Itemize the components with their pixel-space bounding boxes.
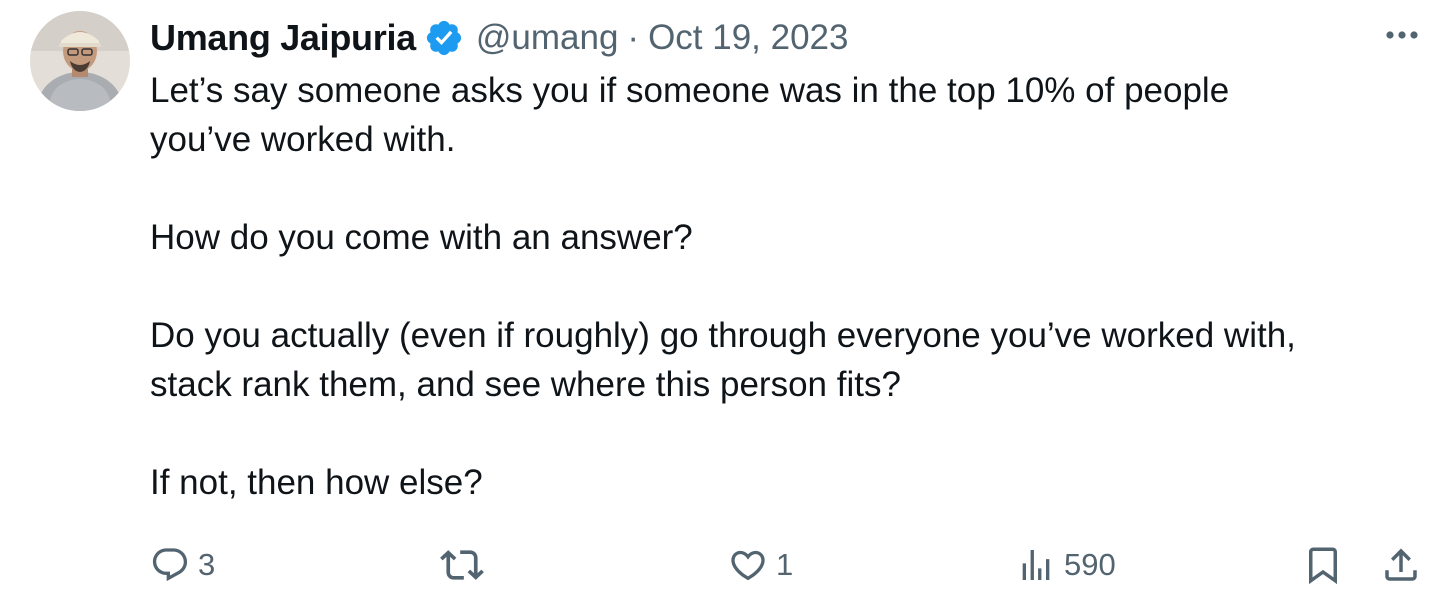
share-icon — [1385, 548, 1417, 581]
reply-count: 3 — [198, 547, 216, 582]
tweet-paragraph: Do you actually (even if roughly) go thr… — [150, 316, 1296, 404]
tweet-date[interactable]: Oct 19, 2023 — [648, 18, 848, 58]
tweet-paragraph: If not, then how else? — [150, 463, 483, 502]
verified-badge-icon — [424, 18, 464, 58]
share-button[interactable] — [1380, 540, 1422, 590]
like-button[interactable]: 1 — [728, 540, 793, 590]
action-bar: 3 1 590 — [0, 540, 1456, 590]
retweet-icon — [440, 550, 484, 580]
more-options-button[interactable] — [1382, 20, 1422, 50]
reply-button[interactable]: 3 — [150, 540, 215, 590]
tweet-text: Let’s say someone asks you if someone wa… — [150, 66, 1420, 507]
views-icon — [1022, 550, 1050, 580]
avatar-photo-icon — [30, 11, 130, 111]
author-handle[interactable]: @umang — [476, 18, 619, 58]
heart-icon — [731, 550, 765, 581]
views-button[interactable]: 590 — [1016, 540, 1116, 590]
tweet-paragraph: How do you come with an answer? — [150, 218, 693, 257]
tweet-header: Umang Jaipuria @umang · Oct 19, 2023 — [150, 14, 849, 62]
like-count: 1 — [776, 547, 794, 582]
separator-dot: · — [627, 18, 640, 57]
bookmark-icon — [1309, 547, 1337, 585]
views-count: 590 — [1064, 547, 1116, 582]
retweet-button[interactable] — [440, 540, 492, 590]
tweet-paragraph: Let’s say someone asks you if someone wa… — [150, 71, 1230, 159]
tweet-card: Umang Jaipuria @umang · Oct 19, 2023 Let… — [0, 0, 1456, 610]
reply-icon — [152, 548, 188, 582]
author-display-name[interactable]: Umang Jaipuria — [150, 17, 416, 59]
avatar[interactable] — [30, 11, 130, 111]
more-icon — [1386, 31, 1418, 39]
bookmark-button[interactable] — [1302, 540, 1344, 590]
